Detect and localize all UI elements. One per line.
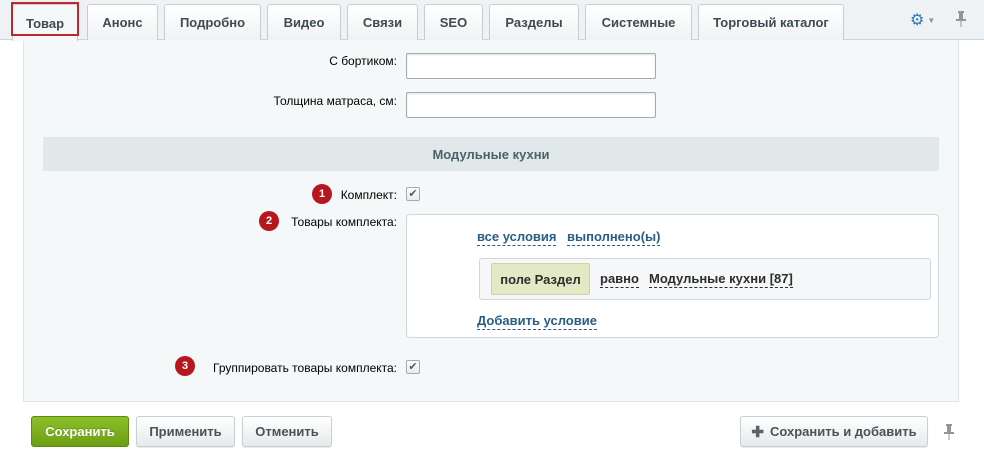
checkmark-icon: ✔ — [408, 187, 418, 200]
condition-value[interactable]: Модульные кухни [87] — [649, 271, 793, 288]
cancel-button[interactable]: Отменить — [242, 416, 332, 447]
condition-operator[interactable]: равно — [600, 271, 639, 288]
save-and-add-button[interactable]: ✚ Сохранить и добавить — [740, 416, 928, 447]
add-condition-link[interactable]: Добавить условие — [477, 313, 597, 330]
mattress-thickness-input[interactable] — [406, 92, 656, 118]
pin-icon[interactable] — [954, 10, 968, 28]
group-kit-label: Группировать товары комплекта: — [213, 361, 397, 375]
step-badge-3: 3 — [175, 356, 195, 376]
tab-bar: Товар Анонс Подробно Видео Связи SEO Раз… — [0, 0, 984, 41]
kit-products-label: Товары комплекта: — [291, 215, 397, 229]
tab-sections[interactable]: Разделы — [489, 4, 579, 40]
plus-icon: ✚ — [751, 423, 764, 441]
condition-field-chip[interactable]: поле Раздел — [491, 263, 590, 295]
apply-button[interactable]: Применить — [136, 416, 235, 447]
section-heading: Модульные кухни — [43, 137, 939, 171]
save-button[interactable]: Сохранить — [31, 416, 129, 447]
tab-system[interactable]: Системные — [585, 4, 692, 40]
tab-announce[interactable]: Анонс — [87, 4, 158, 40]
step-badge-1: 1 — [312, 184, 332, 204]
bortik-label: С бортиком: — [329, 54, 397, 68]
tab-details[interactable]: Подробно — [164, 4, 261, 40]
condition-row: поле Раздел равно Модульные кухни [87] — [479, 258, 931, 300]
settings-button[interactable]: ⚙ ▼ — [910, 10, 938, 30]
fulfilled-link[interactable]: выполнено(ы) — [567, 229, 661, 246]
all-conditions-link[interactable]: все условия — [477, 229, 557, 246]
pin-icon[interactable] — [942, 423, 956, 441]
mattress-thickness-label: Толщина матраса, см: — [273, 94, 397, 108]
tab-links[interactable]: Связи — [347, 4, 418, 40]
checkmark-icon: ✔ — [408, 360, 418, 373]
tab-seo[interactable]: SEO — [424, 4, 483, 40]
bortik-input[interactable] — [406, 53, 656, 79]
tab-video[interactable]: Видео — [267, 4, 341, 40]
kit-checkbox[interactable]: ✔ — [406, 187, 420, 201]
save-and-add-label: Сохранить и добавить — [769, 424, 917, 439]
tab-trade-catalog[interactable]: Торговый каталог — [698, 4, 844, 40]
tab-product[interactable]: Товар — [12, 4, 78, 41]
chevron-down-icon: ▼ — [927, 15, 936, 25]
conditions-box: все условия выполнено(ы) поле Раздел рав… — [406, 214, 939, 338]
group-kit-checkbox[interactable]: ✔ — [406, 360, 420, 374]
kit-label: Комплект: — [340, 188, 397, 202]
step-badge-2: 2 — [259, 211, 279, 231]
gear-icon: ⚙ — [910, 12, 925, 29]
section-title: Модульные кухни — [432, 146, 550, 162]
